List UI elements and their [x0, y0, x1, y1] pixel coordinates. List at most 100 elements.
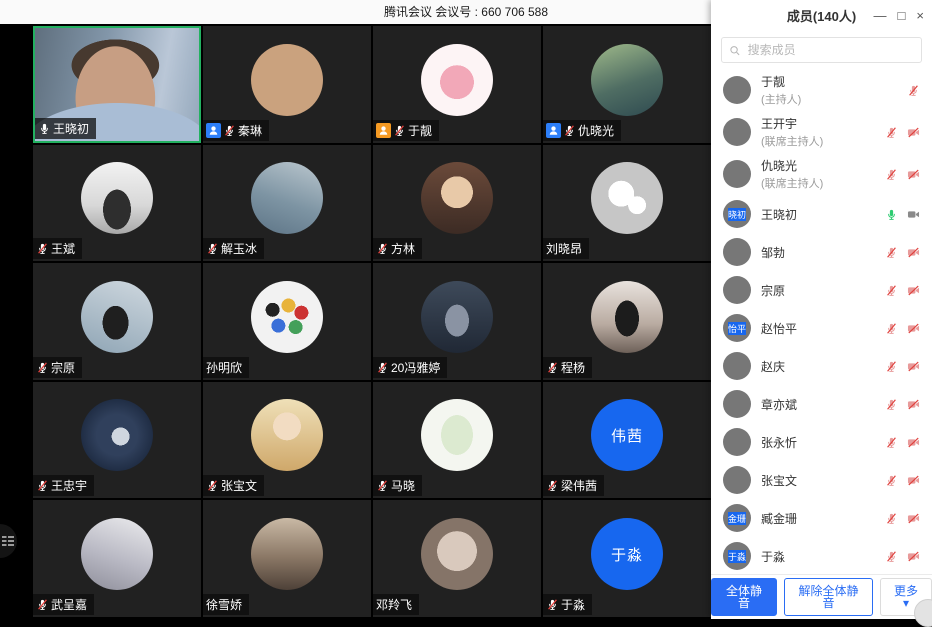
- member-avatar: [723, 352, 751, 380]
- member-mic-muted-icon[interactable]: [885, 512, 898, 525]
- participant-name: 马晓: [391, 477, 415, 494]
- member-role: (联席主持人): [761, 175, 875, 191]
- member-row[interactable]: 张宝文: [711, 461, 932, 499]
- member-mic-muted-icon[interactable]: [885, 436, 898, 449]
- member-camera-muted-icon[interactable]: [907, 512, 920, 525]
- member-row[interactable]: 晓初 王晓初: [711, 195, 932, 233]
- member-name: 臧金珊: [761, 510, 875, 527]
- member-camera-muted-icon[interactable]: [907, 284, 920, 297]
- member-list-toggle[interactable]: [0, 524, 17, 558]
- participant-tile[interactable]: 邓羚飞: [373, 500, 541, 617]
- member-camera-muted-icon[interactable]: [907, 126, 920, 139]
- member-row[interactable]: 于靓 (主持人): [711, 69, 932, 111]
- participant-tile[interactable]: 伟茜 梁伟茜: [543, 382, 711, 499]
- member-row[interactable]: 王开宇 (联席主持人): [711, 111, 932, 153]
- participant-tile[interactable]: 王斌: [33, 145, 201, 262]
- member-status-icons: [885, 168, 920, 181]
- member-camera-muted-icon[interactable]: [907, 436, 920, 449]
- member-mic-muted-icon[interactable]: [885, 398, 898, 411]
- member-mic-muted-icon[interactable]: [885, 168, 898, 181]
- unmute-all-button[interactable]: 解除全体静音: [784, 578, 873, 616]
- participant-name: 王斌: [51, 240, 75, 257]
- member-row[interactable]: 邹勃: [711, 233, 932, 271]
- participant-tile[interactable]: 马晓: [373, 382, 541, 499]
- member-camera-on-icon[interactable]: [907, 208, 920, 221]
- search-box[interactable]: [721, 37, 922, 63]
- member-status-icons: [885, 436, 920, 449]
- participant-name-label: 王忠宇: [33, 475, 94, 496]
- member-mic-muted-icon[interactable]: [885, 474, 898, 487]
- member-row[interactable]: 赵庆: [711, 347, 932, 385]
- member-camera-muted-icon[interactable]: [907, 474, 920, 487]
- avatar-initials: 于淼: [728, 550, 746, 563]
- participant-tile[interactable]: 宗原: [33, 263, 201, 380]
- participant-tile[interactable]: 张宝文: [203, 382, 371, 499]
- member-count-title: 成员(140人): [787, 6, 856, 25]
- participant-name-label: 解玉冰: [203, 238, 264, 259]
- member-camera-muted-icon[interactable]: [907, 360, 920, 373]
- participant-name-label: 于靓: [373, 120, 439, 141]
- member-row[interactable]: 张永忻: [711, 423, 932, 461]
- participant-tile[interactable]: 解玉冰: [203, 145, 371, 262]
- member-info: 于淼: [761, 548, 875, 565]
- member-info: 王晓初: [761, 206, 875, 223]
- participant-name-label: 徐雪娇: [203, 594, 249, 615]
- participant-name: 解玉冰: [221, 240, 257, 257]
- participant-avatar: [81, 518, 153, 590]
- mute-all-button[interactable]: 全体静音: [711, 578, 777, 616]
- close-button[interactable]: ×: [916, 9, 924, 22]
- member-camera-muted-icon[interactable]: [907, 168, 920, 181]
- avatar-initials: 晓初: [728, 208, 746, 221]
- member-mic-active-icon[interactable]: [885, 208, 898, 221]
- member-status-icons: [885, 126, 920, 139]
- member-status-icons: [885, 512, 920, 525]
- member-camera-muted-icon[interactable]: [907, 322, 920, 335]
- member-status-icons: [885, 398, 920, 411]
- participant-tile[interactable]: 方林: [373, 145, 541, 262]
- participant-name-label: 孙明欣: [203, 357, 249, 378]
- participant-tile[interactable]: 程杨: [543, 263, 711, 380]
- participant-tile[interactable]: 刘晓昂: [543, 145, 711, 262]
- member-row[interactable]: 怡平 赵怡平: [711, 309, 932, 347]
- search-input[interactable]: [746, 42, 914, 58]
- member-avatar: 晓初: [723, 200, 751, 228]
- participant-tile[interactable]: 徐雪娇: [203, 500, 371, 617]
- participant-tile[interactable]: 仇晓光: [543, 26, 711, 143]
- member-row[interactable]: 章亦斌: [711, 385, 932, 423]
- member-mic-muted-icon[interactable]: [885, 360, 898, 373]
- minimize-button[interactable]: —: [874, 9, 887, 22]
- member-mic-muted-icon[interactable]: [885, 246, 898, 259]
- participant-avatar: [81, 399, 153, 471]
- member-camera-muted-icon[interactable]: [907, 550, 920, 563]
- floating-button[interactable]: [914, 599, 932, 627]
- member-row[interactable]: 仇晓光 (联席主持人): [711, 153, 932, 195]
- member-mic-muted-icon[interactable]: [885, 322, 898, 335]
- member-status-icons: [907, 84, 920, 97]
- member-row[interactable]: 金珊 臧金珊: [711, 499, 932, 537]
- participant-tile[interactable]: 20冯雅婷: [373, 263, 541, 380]
- participant-avatar: [591, 281, 663, 353]
- member-row[interactable]: 于淼 于淼: [711, 537, 932, 574]
- participant-tile[interactable]: 武呈嘉: [33, 500, 201, 617]
- participant-tile[interactable]: 于淼 于淼: [543, 500, 711, 617]
- member-mic-muted-icon[interactable]: [907, 84, 920, 97]
- member-name: 张永忻: [761, 434, 875, 451]
- participant-tile[interactable]: 王晓初: [33, 26, 201, 143]
- participant-tile[interactable]: 于靓: [373, 26, 541, 143]
- member-camera-muted-icon[interactable]: [907, 246, 920, 259]
- mic-muted-icon: [546, 361, 559, 374]
- participant-tile[interactable]: 王忠宇: [33, 382, 201, 499]
- member-avatar: [723, 160, 751, 188]
- participant-name-label: 20冯雅婷: [373, 357, 447, 378]
- member-mic-muted-icon[interactable]: [885, 126, 898, 139]
- participant-name-label: 王斌: [33, 238, 82, 259]
- member-mic-muted-icon[interactable]: [885, 284, 898, 297]
- maximize-button[interactable]: □: [898, 9, 906, 22]
- member-row[interactable]: 宗原: [711, 271, 932, 309]
- member-name: 于靓: [761, 73, 897, 90]
- member-camera-muted-icon[interactable]: [907, 398, 920, 411]
- participant-tile[interactable]: 孙明欣: [203, 263, 371, 380]
- member-status-icons: [885, 550, 920, 563]
- participant-tile[interactable]: 秦琳: [203, 26, 371, 143]
- member-mic-muted-icon[interactable]: [885, 550, 898, 563]
